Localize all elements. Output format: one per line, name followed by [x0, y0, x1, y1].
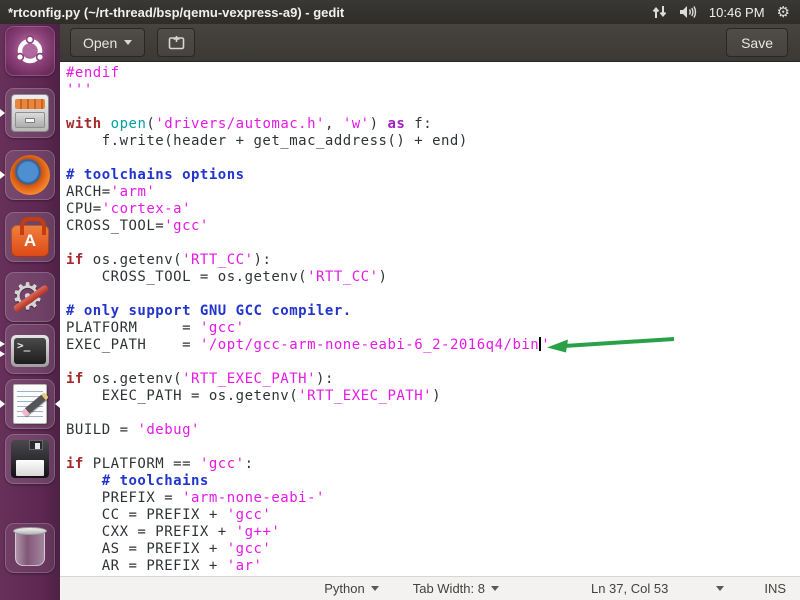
language-label: Python: [324, 581, 364, 596]
settings-gear-wrench-icon: ⚙: [9, 276, 51, 318]
session-gear-icon[interactable]: ⚙: [777, 5, 790, 20]
cursor-position-label: Ln 37, Col 53: [591, 581, 668, 596]
tab-width-selector[interactable]: Tab Width: 8: [413, 581, 499, 596]
window-title: *rtconfig.py (~/rt-thread/bsp/qemu-vexpr…: [0, 5, 344, 20]
annotation-arrow-icon: [546, 335, 676, 355]
launcher-item-gedit[interactable]: [5, 379, 55, 429]
launcher-item-floppy[interactable]: [5, 434, 55, 484]
save-button[interactable]: Save: [726, 28, 788, 57]
launcher-item-firefox[interactable]: [5, 150, 55, 200]
text-editor-area[interactable]: #endif''' with open('drivers/automac.h',…: [60, 62, 800, 576]
unity-launcher: A ⚙ >_: [0, 24, 60, 600]
launcher-item-system-settings[interactable]: ⚙: [5, 272, 55, 322]
focused-indicator-gedit: [55, 400, 60, 408]
launcher-item-ubuntu-dash[interactable]: [5, 26, 55, 76]
desktop: *rtconfig.py (~/rt-thread/bsp/qemu-vexpr…: [0, 0, 800, 600]
language-selector[interactable]: Python: [324, 581, 378, 596]
cursor-position[interactable]: Ln 37, Col 53: [591, 581, 668, 596]
chevron-down-icon: [371, 586, 379, 591]
top-panel: *rtconfig.py (~/rt-thread/bsp/qemu-vexpr…: [0, 0, 800, 24]
running-indicator-firefox: [0, 171, 5, 179]
file-cabinet-icon: [11, 94, 49, 132]
chevron-down-icon: [124, 40, 132, 45]
gedit-statusbar: Python Tab Width: 8 Ln 37, Col 53 INS: [60, 576, 800, 600]
volume-icon[interactable]: [679, 5, 697, 19]
chevron-down-icon: [491, 586, 499, 591]
open-button-label: Open: [83, 35, 117, 51]
software-bag-icon: A: [11, 225, 49, 257]
code-lines: #endif''' with open('drivers/automac.h',…: [60, 62, 800, 575]
chevron-down-icon[interactable]: [716, 586, 724, 591]
launcher-item-terminal[interactable]: >_: [5, 324, 55, 374]
ubuntu-logo-icon: [13, 34, 47, 68]
running-indicator-files: [0, 109, 5, 117]
launcher-item-ubuntu-software[interactable]: A: [5, 212, 55, 262]
open-button[interactable]: Open: [70, 28, 145, 57]
running-indicator-terminal-2: [0, 351, 5, 357]
launcher-item-trash[interactable]: [5, 523, 55, 573]
running-indicator-terminal-1: [0, 341, 5, 347]
launcher-item-files[interactable]: [5, 88, 55, 138]
terminal-icon: >_: [11, 335, 49, 367]
new-document-icon: [168, 35, 185, 50]
tab-width-label: Tab Width: 8: [413, 581, 485, 596]
running-indicator-gedit: [0, 400, 5, 408]
save-button-label: Save: [741, 35, 773, 51]
insert-mode-indicator: INS: [764, 581, 786, 596]
system-tray: 10:46 PM ⚙: [652, 5, 800, 20]
gedit-headerbar: Open Save: [60, 24, 800, 62]
gedit-icon: [13, 384, 47, 424]
floppy-disk-icon: [11, 440, 49, 478]
new-document-button[interactable]: [157, 28, 195, 57]
clock[interactable]: 10:46 PM: [709, 5, 765, 20]
network-icon[interactable]: [652, 5, 667, 19]
firefox-icon: [10, 155, 50, 195]
trash-icon: [15, 530, 45, 566]
